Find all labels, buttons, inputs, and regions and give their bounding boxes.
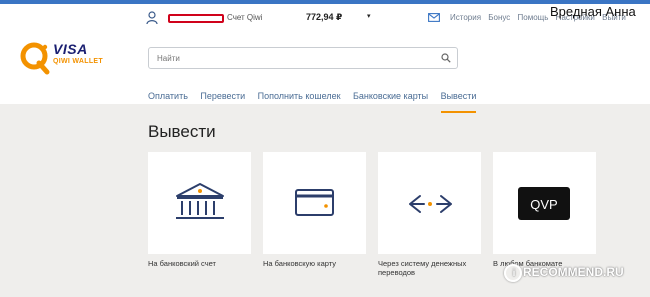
withdraw-option-label: На банковский счет (148, 259, 216, 268)
visa-qiwi-wallet-logo[interactable]: VISA QIWI WALLET (19, 39, 109, 77)
nav-topup-wallet[interactable]: Пополнить кошелек (258, 91, 341, 109)
withdraw-option-bank-account[interactable] (148, 152, 251, 254)
money-transfer-arrows-icon (409, 195, 452, 213)
nav-transfer[interactable]: Перевести (200, 91, 245, 109)
search-icon[interactable] (441, 53, 451, 63)
bonus-link[interactable]: Бонус (488, 13, 510, 22)
bank-icon (176, 183, 224, 219)
watermark-text: RECOMMEND.RU (523, 265, 624, 279)
qvp-icon: QVP (518, 187, 570, 220)
account-label: Счет Qiwi (227, 13, 263, 22)
nav-withdraw[interactable]: Вывести (440, 91, 476, 113)
account-login-redacted (168, 14, 224, 23)
user-icon[interactable] (146, 11, 158, 25)
watermark-badge-text: i (512, 268, 516, 279)
balance[interactable]: 772,94 ₽ (306, 12, 342, 23)
withdraw-option-label: Через систему денежных переводов (378, 259, 467, 277)
username: Вредная Анна (550, 4, 636, 19)
withdraw-option-atm[interactable]: QVP (493, 152, 596, 254)
watermark: i RECOMMEND.RU (505, 265, 624, 279)
bank-card-icon (295, 189, 334, 216)
nav-bank-cards[interactable]: Банковские карты (353, 91, 428, 109)
search-box (148, 47, 458, 69)
user-bar: Счет Qiwi 772,94 ₽ ▾ История Бонус Помощ… (0, 4, 650, 32)
logo-visa-text: VISA (53, 41, 88, 57)
page-title: Вывести (148, 122, 216, 141)
withdraw-option-money-transfer[interactable] (378, 152, 481, 254)
withdraw-option-label: На банковскую карту (263, 259, 337, 268)
help-link[interactable]: Помощь (518, 13, 549, 22)
chevron-down-icon[interactable]: ▾ (367, 12, 371, 20)
nav-pay[interactable]: Оплатить (148, 91, 188, 109)
withdraw-option-bank-card[interactable] (263, 152, 366, 254)
main-nav: Оплатить Перевести Пополнить кошелек Бан… (148, 86, 484, 113)
qiwi-logo-icon (20, 42, 50, 75)
history-link[interactable]: История (450, 13, 481, 22)
qvp-icon-text: QVP (530, 197, 557, 212)
logo-qiwi-text: QIWI WALLET (53, 58, 103, 65)
header: Счет Qiwi 772,94 ₽ ▾ История Бонус Помощ… (0, 4, 650, 113)
mail-icon[interactable] (428, 13, 440, 22)
search-input[interactable] (157, 52, 427, 64)
